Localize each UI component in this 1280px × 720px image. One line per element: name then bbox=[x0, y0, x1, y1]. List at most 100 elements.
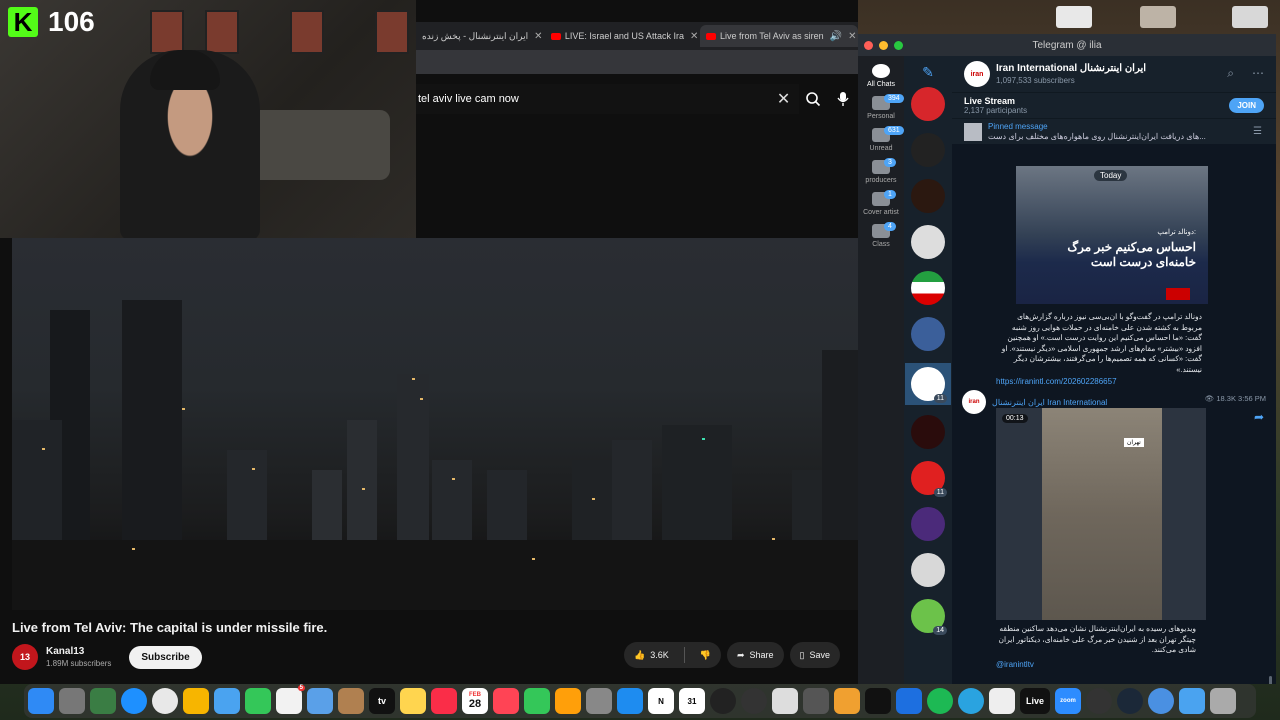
share-button[interactable]: ➦ Share bbox=[726, 642, 784, 668]
pinned-message-bar[interactable]: Pinned message های دریافت ایران‌اینترنشن… bbox=[952, 118, 1276, 144]
app-icon[interactable] bbox=[772, 688, 798, 714]
app-store-icon[interactable] bbox=[617, 688, 643, 714]
calendar-app-icon[interactable]: 31 bbox=[679, 688, 705, 714]
live-app-icon[interactable]: Live bbox=[1020, 688, 1050, 714]
scrollbar[interactable] bbox=[1269, 676, 1272, 684]
tab-live-israel[interactable]: LIVE: Israel and US Attack Ira ✕ bbox=[545, 25, 700, 47]
post-link[interactable]: https://iranintl.com/202602286657 bbox=[996, 377, 1208, 386]
close-icon[interactable]: ✕ bbox=[848, 31, 856, 42]
chat-avatar[interactable] bbox=[911, 133, 945, 167]
photos-icon[interactable] bbox=[183, 688, 209, 714]
steam-icon[interactable] bbox=[1117, 688, 1143, 714]
app-icon[interactable] bbox=[865, 688, 891, 714]
join-button[interactable]: JOIN bbox=[1229, 98, 1264, 113]
apple-tv-icon[interactable]: tv bbox=[369, 688, 395, 714]
app-icon[interactable] bbox=[1148, 688, 1174, 714]
chrome-icon[interactable] bbox=[152, 688, 178, 714]
music-icon[interactable] bbox=[431, 688, 457, 714]
chat-avatar[interactable] bbox=[911, 507, 945, 541]
speaker-icon[interactable]: 🔊 bbox=[830, 31, 842, 42]
more-icon[interactable]: ⋯ bbox=[1252, 66, 1264, 81]
chat-avatar[interactable] bbox=[911, 271, 945, 305]
notion-icon[interactable]: N bbox=[648, 688, 674, 714]
channel-header[interactable]: iran Iran International ایران اینترنشنال… bbox=[952, 56, 1276, 92]
downloads-folder-icon[interactable] bbox=[1179, 688, 1205, 714]
share-icon[interactable]: ➦ bbox=[1254, 410, 1264, 424]
voice-search-button[interactable] bbox=[828, 84, 858, 114]
folder-class[interactable]: 4 Class bbox=[858, 222, 904, 248]
app-icon[interactable] bbox=[90, 688, 116, 714]
pages-icon[interactable] bbox=[555, 688, 581, 714]
search-button[interactable] bbox=[799, 84, 829, 114]
close-icon[interactable]: ✕ bbox=[534, 31, 542, 42]
pin-list-icon[interactable]: ☰ bbox=[1253, 126, 1262, 137]
search-input[interactable]: tel aviv live cam now ✕ bbox=[416, 84, 799, 114]
video-player[interactable] bbox=[12, 238, 858, 610]
system-settings-icon[interactable] bbox=[586, 688, 612, 714]
folder-cover-artist[interactable]: 1 Cover artist bbox=[858, 190, 904, 216]
save-button[interactable]: ▯ Save bbox=[789, 642, 840, 668]
channel-avatar[interactable]: 13 bbox=[12, 644, 38, 670]
numbers-icon[interactable] bbox=[524, 688, 550, 714]
folder-unread[interactable]: 631 Unread bbox=[858, 126, 904, 152]
finder-icon[interactable] bbox=[28, 688, 54, 714]
author-avatar[interactable]: iran bbox=[962, 390, 986, 414]
reminders-icon[interactable]: 5 bbox=[276, 685, 305, 714]
post-video[interactable]: 00:13 تهران bbox=[996, 408, 1206, 620]
tab-live-tel-aviv[interactable]: Live from Tel Aviv as siren 🔊 ✕ bbox=[699, 25, 858, 47]
desktop-icon[interactable] bbox=[1232, 6, 1268, 28]
post-image[interactable]: Today دونالد ترامپ: احساس می‌کنیم خبر مر… bbox=[1016, 166, 1208, 304]
chat-avatar[interactable] bbox=[911, 225, 945, 259]
tab-iran-international[interactable]: ایران اینترنشنال - پخش زنده ✕ bbox=[416, 25, 545, 47]
preview-icon[interactable] bbox=[896, 688, 922, 714]
zoom-icon[interactable]: zoom bbox=[1055, 688, 1081, 714]
close-icon[interactable]: ✕ bbox=[690, 31, 698, 42]
app-icon[interactable] bbox=[1086, 688, 1112, 714]
chat-avatar[interactable] bbox=[911, 317, 945, 351]
author-name[interactable]: ایران اینترنشنال Iran International bbox=[992, 398, 1107, 407]
dislike-button[interactable]: 👎 bbox=[690, 642, 721, 668]
safari-icon[interactable] bbox=[121, 688, 147, 714]
fl-studio-icon[interactable] bbox=[834, 688, 860, 714]
compose-icon[interactable]: ✎ bbox=[904, 64, 952, 81]
desktop-icon[interactable] bbox=[1056, 6, 1092, 28]
subscribe-button[interactable]: Subscribe bbox=[129, 645, 202, 669]
wall-frame bbox=[150, 10, 184, 54]
folder-producers[interactable]: 3 producers bbox=[858, 158, 904, 184]
chat-avatar[interactable]: 14 bbox=[911, 599, 947, 635]
channel-name[interactable]: Kanal13 bbox=[46, 646, 111, 657]
trash-icon[interactable] bbox=[1210, 688, 1236, 714]
chat-item-selected[interactable]: 11 bbox=[905, 363, 951, 405]
live-stream-bar[interactable]: Live Stream 2,137 participants JOIN bbox=[952, 92, 1276, 118]
unread-badge: 11 bbox=[933, 488, 947, 497]
mail-icon[interactable] bbox=[214, 688, 240, 714]
folder-all-chats[interactable]: All Chats bbox=[858, 64, 904, 88]
clear-icon[interactable]: ✕ bbox=[769, 89, 799, 109]
facetime-icon[interactable] bbox=[245, 688, 271, 714]
desktop-icon[interactable] bbox=[1140, 6, 1176, 28]
notes-icon[interactable] bbox=[400, 688, 426, 714]
chat-avatar[interactable] bbox=[911, 87, 945, 121]
like-button[interactable]: 👍 3.6K bbox=[624, 642, 679, 668]
launchpad-icon[interactable] bbox=[59, 688, 85, 714]
freeform-icon[interactable] bbox=[307, 688, 333, 714]
chat-avatar[interactable] bbox=[911, 179, 945, 213]
app-icon[interactable] bbox=[338, 688, 364, 714]
app-icon[interactable] bbox=[741, 688, 767, 714]
calendar-icon[interactable]: FEB 28 bbox=[462, 688, 488, 714]
telegram-icon[interactable] bbox=[958, 688, 984, 714]
post-link[interactable]: @iranintltv bbox=[996, 660, 1266, 669]
wall-frame bbox=[290, 10, 324, 54]
post-meta: 👁 18.3K 3:56 PM bbox=[1205, 394, 1266, 403]
address-bar[interactable] bbox=[416, 50, 858, 74]
search-icon[interactable]: ⌕ bbox=[1227, 66, 1234, 81]
spotify-icon[interactable] bbox=[927, 688, 953, 714]
news-icon[interactable] bbox=[493, 688, 519, 714]
app-icon[interactable] bbox=[710, 688, 736, 714]
folder-personal[interactable]: 394 Personal bbox=[858, 94, 904, 120]
chat-avatar[interactable]: 11 bbox=[911, 461, 947, 497]
app-icon[interactable] bbox=[989, 688, 1015, 714]
chat-avatar[interactable] bbox=[911, 415, 945, 449]
chat-avatar[interactable] bbox=[911, 553, 945, 587]
app-icon[interactable] bbox=[803, 688, 829, 714]
